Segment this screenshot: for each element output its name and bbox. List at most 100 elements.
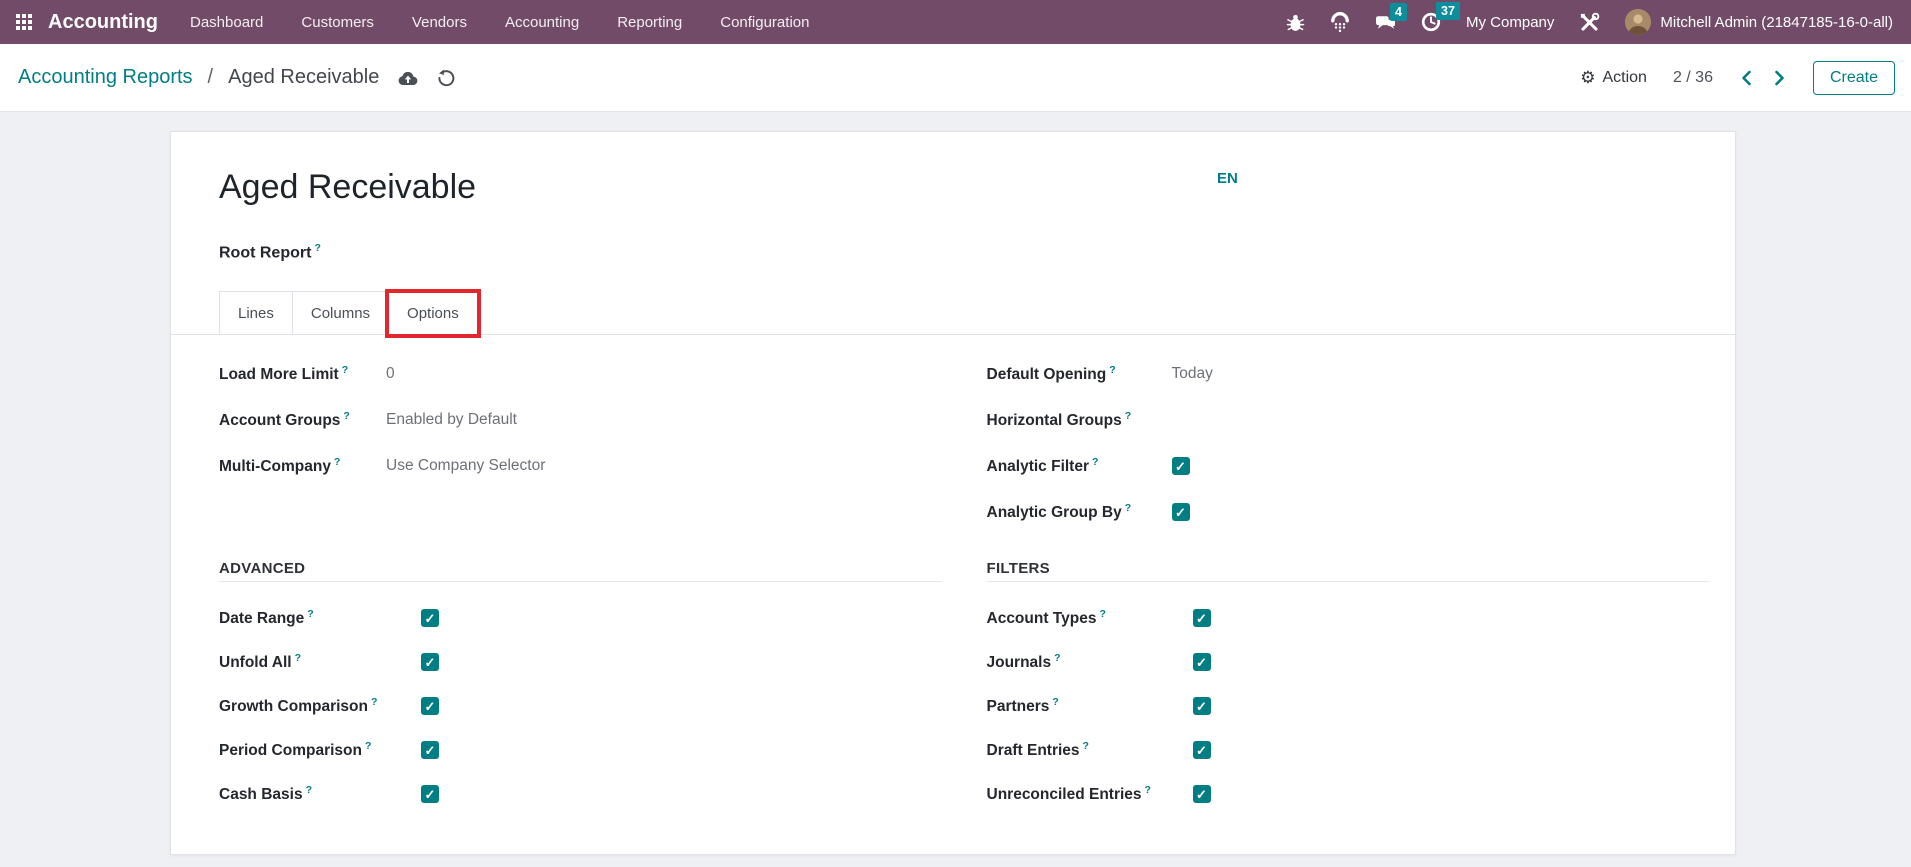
menu-configuration[interactable]: Configuration [720, 14, 809, 31]
field-label: Default Opening? [987, 364, 1172, 384]
action-menu-button[interactable]: ⚙ Action [1580, 69, 1647, 87]
section-divider [987, 581, 1710, 582]
help-icon: ? [1145, 784, 1151, 796]
field-label-text: Analytic Group By [987, 504, 1122, 521]
date-range-checkbox[interactable] [421, 609, 439, 627]
partners-checkbox[interactable] [1193, 697, 1211, 715]
field-label: Draft Entries? [987, 740, 1193, 760]
analytic-filter-checkbox[interactable] [1172, 457, 1190, 475]
avatar-svg [1625, 9, 1651, 35]
field-multi-company: Multi-Company? Use Company Selector [219, 443, 942, 489]
messages-icon[interactable]: 4 [1375, 13, 1396, 32]
field-partners: Partners? [987, 684, 1710, 728]
period-comparison-checkbox[interactable] [421, 741, 439, 759]
section-title: ADVANCED [219, 551, 942, 581]
menu-accounting[interactable]: Accounting [505, 14, 579, 31]
user-menu[interactable]: Mitchell Admin (21847185-16-0-all) [1625, 9, 1893, 35]
field-label-text: Draft Entries [987, 742, 1080, 759]
field-label-text: Partners [987, 698, 1050, 715]
pager[interactable]: 2 / 36 [1673, 69, 1713, 87]
tab-columns[interactable]: Columns [292, 291, 389, 335]
apps-grid-icon[interactable] [0, 14, 48, 30]
field-label: Period Comparison? [219, 740, 421, 760]
help-icon: ? [342, 364, 348, 376]
growth-comparison-checkbox[interactable] [421, 697, 439, 715]
form-sheet: Aged Receivable EN Root Report? Lines Co… [170, 131, 1736, 855]
field-default-opening: Default Opening? Today [987, 351, 1710, 397]
create-button[interactable]: Create [1813, 61, 1895, 95]
cash-basis-checkbox[interactable] [421, 785, 439, 803]
field-value[interactable]: 0 [386, 365, 395, 383]
chevron-right-icon[interactable] [1771, 69, 1787, 87]
bug-icon[interactable] [1286, 13, 1305, 32]
activities-clock-icon[interactable]: 37 [1421, 12, 1441, 32]
field-period-comparison: Period Comparison? [219, 728, 942, 772]
refresh-icon-svg [437, 69, 455, 87]
action-label: Action [1602, 69, 1646, 87]
field-label: Account Groups? [219, 410, 386, 430]
dialpad-phone-icon[interactable] [1330, 12, 1350, 32]
tools-icon-svg [1579, 12, 1600, 33]
field-account-types: Account Types? [987, 596, 1710, 640]
help-icon: ? [314, 242, 320, 254]
menu-customers[interactable]: Customers [301, 14, 374, 31]
field-account-groups: Account Groups? Enabled by Default [219, 397, 942, 443]
analytic-group-by-checkbox[interactable] [1172, 503, 1190, 521]
top-navbar: Accounting Dashboard Customers Vendors A… [0, 0, 1911, 44]
field-value[interactable]: Today [1172, 365, 1213, 383]
language-button[interactable]: EN [1217, 170, 1238, 187]
section-filters: FILTERS Account Types? Journals? Partner… [987, 551, 1710, 816]
field-label: Account Types? [987, 608, 1193, 628]
systray: 4 37 My Company [1286, 9, 1911, 35]
tab-options[interactable]: Options [388, 291, 478, 335]
account-types-checkbox[interactable] [1193, 609, 1211, 627]
section-title: FILTERS [987, 551, 1710, 581]
field-label-text: Growth Comparison [219, 698, 368, 715]
chevron-left-icon[interactable] [1739, 69, 1755, 87]
field-label: Date Range? [219, 608, 421, 628]
field-label-text: Unfold All [219, 654, 292, 671]
field-label: Partners? [987, 696, 1193, 716]
notebook-tabs: Lines Columns Options [171, 291, 1735, 335]
tab-options-label: Options [407, 305, 459, 322]
field-label: Unreconciled Entries? [987, 784, 1193, 804]
draft-entries-checkbox[interactable] [1193, 741, 1211, 759]
tools-icon[interactable] [1579, 12, 1600, 33]
journals-checkbox[interactable] [1193, 653, 1211, 671]
help-icon: ? [1125, 502, 1131, 514]
help-icon: ? [1054, 652, 1060, 664]
company-switcher[interactable]: My Company [1466, 14, 1554, 31]
refresh-icon[interactable] [437, 69, 455, 87]
cloud-save-icon[interactable] [398, 70, 418, 86]
left-fields: Load More Limit? 0 Account Groups? Enabl… [219, 351, 942, 551]
field-label-text: Unreconciled Entries [987, 786, 1142, 803]
field-journals: Journals? [987, 640, 1710, 684]
app-name[interactable]: Accounting [48, 11, 158, 34]
help-icon: ? [1099, 608, 1105, 620]
field-cash-basis: Cash Basis? [219, 772, 942, 816]
field-label-text: Period Comparison [219, 742, 362, 759]
unreconciled-entries-checkbox[interactable] [1193, 785, 1211, 803]
field-label: Growth Comparison? [219, 696, 421, 716]
tab-lines[interactable]: Lines [219, 291, 293, 335]
field-load-more-limit: Load More Limit? 0 [219, 351, 942, 397]
unfold-all-checkbox[interactable] [421, 653, 439, 671]
top-menu: Dashboard Customers Vendors Accounting R… [190, 14, 809, 31]
right-fields: Default Opening? Today Horizontal Groups… [987, 351, 1710, 551]
field-value[interactable]: Enabled by Default [386, 411, 517, 429]
menu-reporting[interactable]: Reporting [617, 14, 682, 31]
field-value[interactable]: Use Company Selector [386, 457, 545, 475]
root-report-label: Root Report? [219, 242, 321, 262]
help-icon: ? [1092, 456, 1098, 468]
field-analytic-filter: Analytic Filter? [987, 443, 1710, 489]
left-column: Load More Limit? 0 Account Groups? Enabl… [219, 351, 942, 816]
menu-dashboard[interactable]: Dashboard [190, 14, 263, 31]
field-label: Analytic Group By? [987, 502, 1172, 522]
field-date-range: Date Range? [219, 596, 942, 640]
help-icon: ? [334, 456, 340, 468]
menu-vendors[interactable]: Vendors [412, 14, 467, 31]
field-growth-comparison: Growth Comparison? [219, 684, 942, 728]
breadcrumb-parent[interactable]: Accounting Reports [18, 66, 193, 89]
chevron-right-icon-svg [1771, 69, 1787, 87]
field-label: Analytic Filter? [987, 456, 1172, 476]
